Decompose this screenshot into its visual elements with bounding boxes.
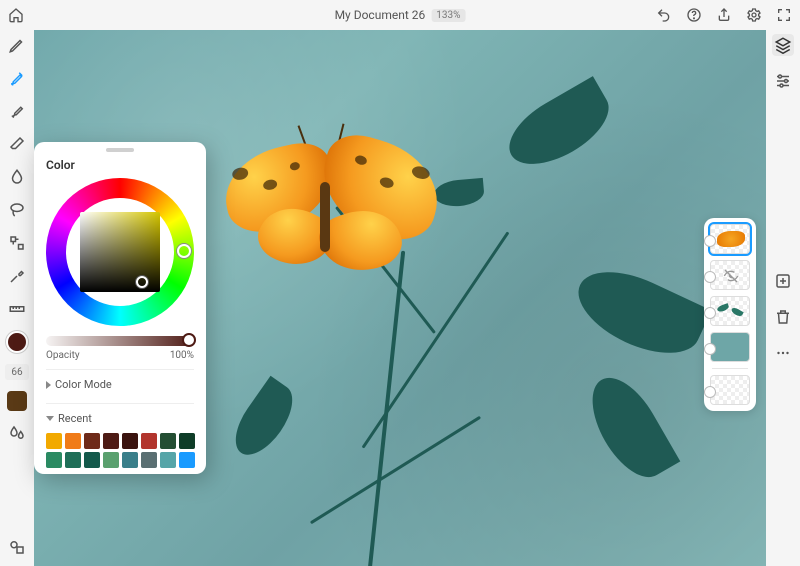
artwork-leaf [578,366,681,489]
hue-cursor[interactable] [177,244,191,258]
recent-color-swatch[interactable] [46,433,62,449]
layer-visibility-toggle[interactable] [704,343,716,355]
trash-icon[interactable] [772,306,794,328]
help-icon[interactable] [686,7,702,23]
lasso-tool[interactable] [6,199,28,221]
recent-color-swatch[interactable] [103,452,119,468]
secondary-color-swatch[interactable] [7,391,27,411]
more-icon[interactable] [772,342,794,364]
recent-color-swatch[interactable] [103,433,119,449]
recent-color-swatch[interactable] [141,433,157,449]
layer-thumb-background[interactable] [710,332,750,362]
layer-visibility-toggle[interactable] [704,235,716,247]
popover-drag-handle[interactable] [106,148,134,152]
recent-color-swatch[interactable] [179,452,195,468]
layer-thumb-empty[interactable] [710,375,750,405]
layers-icon[interactable] [772,34,794,56]
recent-color-swatch[interactable] [141,452,157,468]
recent-color-swatch[interactable] [65,452,81,468]
sliders-icon[interactable] [772,70,794,92]
color-panel-title: Color [46,158,194,172]
layer-visibility-toggle[interactable] [704,271,716,283]
color-popover: Color Opacity 100% Color Mode Recent [34,142,206,474]
artwork-leaf [433,178,485,208]
recent-color-swatch[interactable] [46,452,62,468]
recent-color-swatch[interactable] [160,452,176,468]
sv-cursor[interactable] [136,276,148,288]
layer-visibility-toggle[interactable] [704,386,716,398]
recent-color-swatch[interactable] [84,452,100,468]
smudge-tool[interactable] [6,166,28,188]
color-mode-label: Color Mode [55,378,112,391]
opacity-value: 100% [170,350,194,361]
opacity-thumb[interactable] [182,333,196,347]
brush-size-badge[interactable]: 66 [5,364,29,380]
recent-color-swatch[interactable] [122,433,138,449]
eraser-tool[interactable] [6,133,28,155]
layer-separator [712,368,748,369]
recent-colors-grid [46,433,194,468]
brush-tool[interactable] [6,67,28,89]
water-tool[interactable] [6,422,28,444]
shapes-tool[interactable] [6,536,28,558]
color-wheel[interactable] [46,178,194,326]
artwork-butterfly [224,130,434,280]
gear-icon[interactable] [746,7,762,23]
eyedropper-tool[interactable] [6,265,28,287]
opacity-slider[interactable] [46,336,194,346]
recent-color-swatch[interactable] [160,433,176,449]
saturation-value-box[interactable] [80,212,160,292]
home-icon[interactable] [8,7,24,23]
add-layer-icon[interactable] [772,270,794,292]
artwork-leaf [225,376,304,464]
fullscreen-icon[interactable] [776,7,792,23]
artwork-stem [310,416,481,525]
layer-thumb-butterfly[interactable] [710,224,750,254]
opacity-label: Opacity [46,350,80,361]
left-tool-rail: 66 [0,30,34,566]
right-rail [766,30,800,566]
recent-color-swatch[interactable] [179,433,195,449]
artwork-leaf [498,76,621,179]
recent-color-swatch[interactable] [65,433,81,449]
layer-thumb-hidden[interactable] [710,260,750,290]
transform-tool[interactable] [6,232,28,254]
pencil-tool[interactable] [6,34,28,56]
share-icon[interactable] [716,7,732,23]
document-title: My Document 26 [335,8,426,22]
recent-row[interactable]: Recent [46,403,194,429]
layer-visibility-toggle[interactable] [704,307,716,319]
artwork-leaf [566,256,711,370]
top-bar: My Document 26 133% [0,0,800,30]
chevron-right-icon [46,381,51,389]
paint-tool[interactable] [6,100,28,122]
color-mode-row[interactable]: Color Mode [46,369,194,395]
chevron-down-icon [46,416,54,421]
ruler-tool[interactable] [6,298,28,320]
undo-icon[interactable] [656,7,672,23]
zoom-badge[interactable]: 133% [431,9,465,22]
recent-label: Recent [58,412,92,425]
recent-color-swatch[interactable] [122,452,138,468]
recent-color-swatch[interactable] [84,433,100,449]
layer-thumb-leaves[interactable] [710,296,750,326]
primary-color-swatch[interactable] [6,331,28,353]
layers-panel [704,218,756,411]
